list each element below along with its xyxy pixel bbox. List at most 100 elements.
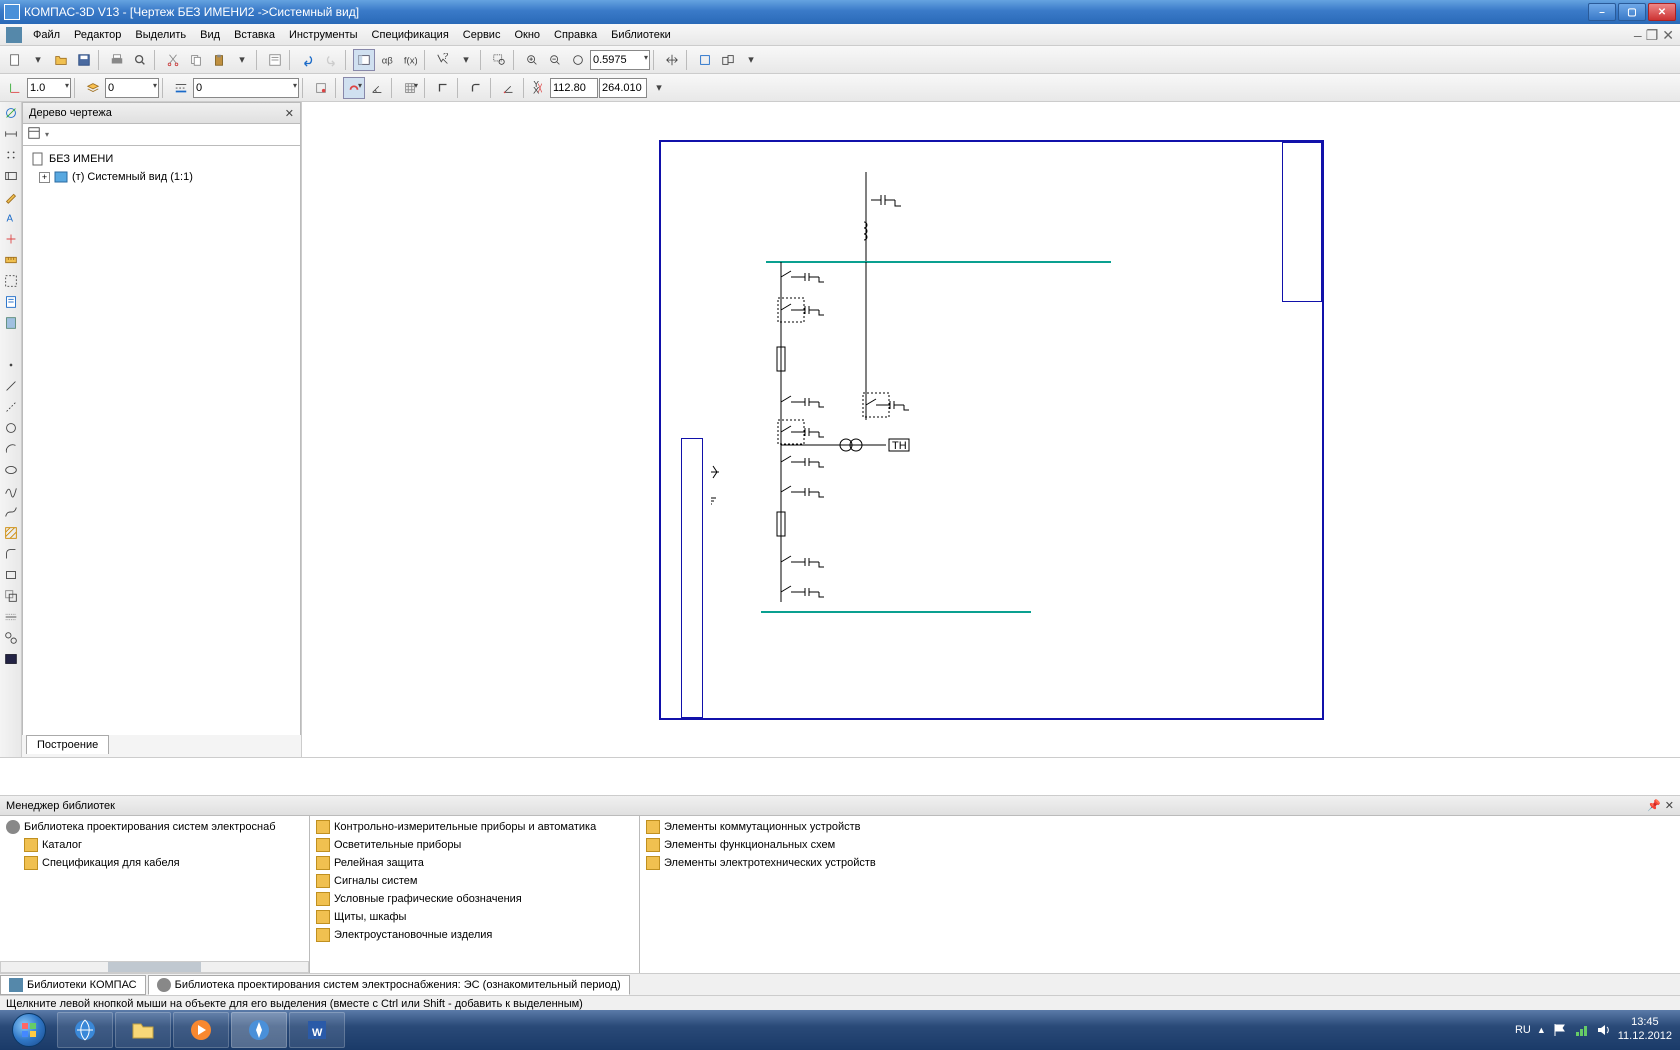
minimize-button[interactable]: –: [1588, 3, 1616, 21]
menu-file[interactable]: Файл: [26, 27, 67, 43]
menu-view[interactable]: Вид: [193, 27, 227, 43]
tree-tab-build[interactable]: Построение: [26, 735, 109, 754]
menu-help[interactable]: Справка: [547, 27, 604, 43]
mdi-restore[interactable]: ❐: [1646, 28, 1659, 42]
x-input[interactable]: [550, 78, 598, 98]
collect-tool-icon[interactable]: [2, 629, 20, 647]
new-button[interactable]: [4, 49, 26, 71]
menu-libs[interactable]: Библиотеки: [604, 27, 678, 43]
manager-button[interactable]: [353, 49, 375, 71]
more3-dropdown[interactable]: ▾: [648, 77, 670, 99]
edit-icon[interactable]: [2, 188, 20, 206]
lib-item[interactable]: Осветительные приборы: [312, 836, 637, 854]
menu-window[interactable]: Окно: [507, 27, 547, 43]
macro-tool-icon[interactable]: [2, 650, 20, 668]
round-button[interactable]: [465, 77, 487, 99]
maximize-button[interactable]: ▢: [1618, 3, 1646, 21]
grid-button[interactable]: [399, 77, 421, 99]
param-icon[interactable]: [2, 230, 20, 248]
drawing-canvas[interactable]: ТН: [302, 102, 1680, 757]
lib-item[interactable]: Элементы электротехнических устройств: [642, 854, 1678, 872]
close-button[interactable]: ✕: [1648, 3, 1676, 21]
pan-button[interactable]: [661, 49, 683, 71]
tree-view-item[interactable]: + (т) Системный вид (1:1): [25, 168, 298, 186]
geometry-icon[interactable]: [2, 104, 20, 122]
menu-select[interactable]: Выделить: [128, 27, 193, 43]
flag-icon[interactable]: [1552, 1022, 1568, 1038]
point-tool-icon[interactable]: [2, 356, 20, 374]
measure-icon[interactable]: [2, 251, 20, 269]
copy-button[interactable]: [185, 49, 207, 71]
menu-edit[interactable]: Редактор: [67, 27, 128, 43]
libmgr-pin-icon[interactable]: 📌: [1647, 799, 1661, 812]
style-icon[interactable]: [170, 77, 192, 99]
lib-item[interactable]: Элементы коммутационных устройств: [642, 818, 1678, 836]
lib-item[interactable]: Сигналы систем: [312, 872, 637, 890]
lang-indicator[interactable]: RU: [1515, 1024, 1531, 1036]
network-icon[interactable]: [1574, 1022, 1590, 1038]
zoom-out-button[interactable]: [544, 49, 566, 71]
paste-dropdown[interactable]: ▾: [231, 49, 253, 71]
lib-cat-item[interactable]: Каталог: [2, 836, 307, 854]
bezier-tool-icon[interactable]: [2, 503, 20, 521]
arc-tool-icon[interactable]: [2, 440, 20, 458]
undo-button[interactable]: [297, 49, 319, 71]
local-cs-button[interactable]: [498, 77, 520, 99]
hatch-tool-icon[interactable]: [2, 524, 20, 542]
notation-icon[interactable]: [2, 146, 20, 164]
lib-tab-kompas[interactable]: Библиотеки КОМПАС: [0, 975, 146, 995]
save-button[interactable]: [73, 49, 95, 71]
zoom-input[interactable]: [590, 50, 650, 70]
tray-up-icon[interactable]: ▲: [1537, 1025, 1546, 1035]
scrollbar[interactable]: [0, 961, 309, 973]
menu-insert[interactable]: Вставка: [227, 27, 282, 43]
mdi-close[interactable]: ✕: [1662, 28, 1674, 42]
ortho-button[interactable]: [432, 77, 454, 99]
start-button[interactable]: [2, 1011, 56, 1049]
spline-tool-icon[interactable]: [2, 482, 20, 500]
libmgr-list-col3[interactable]: Элементы коммутационных устройств Элемен…: [640, 816, 1680, 973]
expand-icon[interactable]: +: [39, 172, 50, 183]
rebuild-button[interactable]: [694, 49, 716, 71]
mdi-min[interactable]: –: [1634, 28, 1642, 42]
spec-icon[interactable]: [2, 293, 20, 311]
tree-body[interactable]: БЕЗ ИМЕНИ + (т) Системный вид (1:1): [22, 146, 301, 735]
layer-input[interactable]: [105, 78, 159, 98]
task-word[interactable]: W: [289, 1012, 345, 1048]
clock[interactable]: 13:45 11.12.2012: [1618, 1016, 1672, 1044]
print-button[interactable]: [106, 49, 128, 71]
tree-close-icon[interactable]: ✕: [285, 107, 294, 120]
style-input[interactable]: [193, 78, 299, 98]
libmgr-close-icon[interactable]: ✕: [1665, 799, 1674, 812]
lib-item[interactable]: Элементы функциональных схем: [642, 836, 1678, 854]
lib-item[interactable]: Щиты, шкафы: [312, 908, 637, 926]
layer-icon[interactable]: [82, 77, 104, 99]
text-icon[interactable]: A: [2, 209, 20, 227]
copy-tool-icon[interactable]: [2, 587, 20, 605]
zoom-fit-button[interactable]: [567, 49, 589, 71]
redo-button[interactable]: [320, 49, 342, 71]
menu-tools[interactable]: Инструменты: [282, 27, 365, 43]
task-kompas[interactable]: [231, 1012, 287, 1048]
coord-origin-button[interactable]: [4, 77, 26, 99]
dimensions-icon[interactable]: [2, 125, 20, 143]
properties-button[interactable]: [264, 49, 286, 71]
equidist-tool-icon[interactable]: [2, 608, 20, 626]
update-button[interactable]: [717, 49, 739, 71]
ellipse-tool-icon[interactable]: [2, 461, 20, 479]
libmgr-tree-col[interactable]: Библиотека проектирования систем электро…: [0, 816, 310, 973]
lib-spec-item[interactable]: Спецификация для кабеля: [2, 854, 307, 872]
angle-snap-button[interactable]: [366, 77, 388, 99]
fx-button[interactable]: f(x): [399, 49, 421, 71]
aux-line-icon[interactable]: [2, 398, 20, 416]
y-input[interactable]: [599, 78, 647, 98]
fillet-tool-icon[interactable]: [2, 545, 20, 563]
new-dropdown[interactable]: ▾: [27, 49, 49, 71]
volume-icon[interactable]: [1596, 1022, 1612, 1038]
preview-button[interactable]: [129, 49, 151, 71]
scale-input[interactable]: [27, 78, 71, 98]
paste-button[interactable]: [208, 49, 230, 71]
help-arrow-button[interactable]: ?: [432, 49, 454, 71]
menu-spec[interactable]: Спецификация: [365, 27, 456, 43]
menu-service[interactable]: Сервис: [456, 27, 508, 43]
